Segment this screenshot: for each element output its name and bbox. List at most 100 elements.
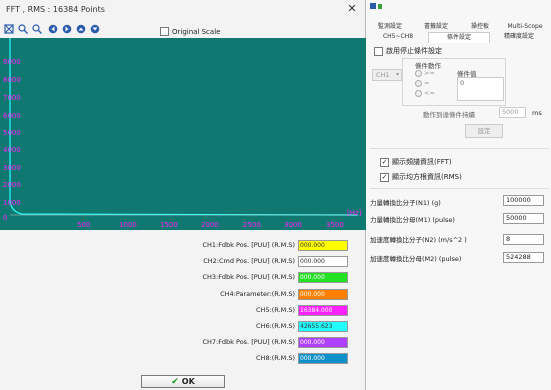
zoom-in-icon[interactable] <box>18 24 28 34</box>
channel-value: 000.000 <box>298 240 348 251</box>
channel-value: 16384.000 <box>298 305 348 316</box>
channel-row-8: CH8:(R.M.S) 000.000 <box>0 353 366 364</box>
radio-button[interactable] <box>415 89 422 97</box>
show-fft-checkbox[interactable]: ✓ <box>380 157 389 167</box>
fft-plot[interactable]: 9000 8000 7000 6000 5000 4000 3000 2000 … <box>0 38 366 230</box>
channel-label: CH2:Cmd Pos. [PUU] (R.M.S) <box>203 257 295 265</box>
y-tick-label: 4000 <box>3 146 21 154</box>
tab-bookmark-settings[interactable]: 書籤設定 <box>412 22 460 32</box>
tab-multi-scope[interactable]: Multi-Scope <box>500 22 550 32</box>
channel-value: 000.000 <box>298 353 348 364</box>
param-label: 力量轉換比分母(M1) (pulse) <box>370 216 455 224</box>
channel-label: CH7:Fdbk Pos. [PUU] (R.M.S) <box>202 338 295 346</box>
x-tick-label: 2500 <box>243 221 261 229</box>
radio-eq[interactable]: = <box>415 79 429 87</box>
y-tick-label: 7000 <box>3 94 21 102</box>
radio-gte-label: >= <box>424 69 435 77</box>
pan-left-icon[interactable] <box>48 24 58 34</box>
x-tick-label: 1500 <box>160 221 178 229</box>
enable-stop-condition-checkbox[interactable] <box>374 46 383 56</box>
channel-row-2: CH2:Cmd Pos. [PUU] (R.M.S) 000.000 <box>0 256 366 267</box>
ok-label: OK <box>181 377 195 386</box>
condition-value-input[interactable]: 0 <box>457 77 504 101</box>
radio-button[interactable] <box>415 69 422 77</box>
dialog-title: FFT , RMS : 16384 Points <box>6 5 105 14</box>
radio-lte[interactable]: <= <box>415 89 435 97</box>
x-unit-label: [Hz] <box>347 209 362 217</box>
chevron-down-icon: ▾ <box>395 71 399 78</box>
radio-button[interactable] <box>415 79 422 87</box>
channel-label: CH6:(R.M.S) <box>256 322 295 330</box>
condition-duration-label: 動作到達條件持續 <box>423 111 475 119</box>
enable-stop-condition[interactable]: 啟用停止條件設定 <box>374 46 442 56</box>
y-tick-label: 9000 <box>3 58 21 66</box>
channel-value: 000.000 <box>298 337 348 348</box>
channel-label: CH3:Fdbk Pos. [PUU] (R.M.S) <box>202 273 295 281</box>
pan-right-icon[interactable] <box>62 24 72 34</box>
param-input[interactable]: 50000 <box>503 213 544 224</box>
channel-label: CH4:Parameter:(R.M.S) <box>220 290 295 298</box>
tab-precision-settings[interactable]: 精確度設定 <box>488 32 550 42</box>
y-tick-label: 8000 <box>3 76 21 84</box>
divider <box>370 148 549 149</box>
radio-eq-label: = <box>424 79 430 87</box>
ok-button[interactable]: ✔ OK <box>141 375 225 388</box>
channel-value: 42655.623 <box>298 321 348 332</box>
param-label: 加速度轉換比分子(N2) (m/s^2 ) <box>370 236 467 244</box>
channel-row-4: CH4:Parameter:(R.M.S) 000.000 <box>0 289 366 300</box>
divider <box>370 188 549 189</box>
y-tick-label: 3000 <box>3 164 21 172</box>
app-icon <box>370 3 384 12</box>
zoom-fit-icon[interactable] <box>4 24 14 34</box>
tab-condition-settings[interactable]: 條件設定 <box>428 32 490 43</box>
y-tick-label: 0 <box>3 214 8 222</box>
fft-dialog: FFT , RMS : 16384 Points ✕ Original Scal… <box>0 0 366 390</box>
show-rms-checkbox[interactable]: ✓ <box>380 172 389 182</box>
x-tick-label: 500 <box>77 221 91 229</box>
tab-ch5-ch8[interactable]: CH5~CH8 <box>368 32 428 42</box>
original-scale-checkbox[interactable] <box>160 27 169 36</box>
channel-value: 000.000 <box>298 289 348 300</box>
channel-label: CH1:Fdbk Pos. [PUU] (R.M.S) <box>202 241 295 249</box>
show-rms-toggle[interactable]: ✓ 顯示均方根資訊(RMS) <box>380 172 462 182</box>
y-tick-label: 5000 <box>3 129 21 137</box>
show-rms-label: 顯示均方根資訊(RMS) <box>392 173 462 181</box>
param-input[interactable]: 8 <box>503 234 544 245</box>
pan-down-icon[interactable] <box>90 24 100 34</box>
pan-up-icon[interactable] <box>76 24 86 34</box>
duration-input[interactable]: 5000 <box>499 107 526 118</box>
radio-gte[interactable]: >= <box>415 69 435 77</box>
x-tick-label: 1000 <box>119 221 137 229</box>
checkmark-icon: ✔ <box>171 376 179 387</box>
channel-select[interactable]: CH1 ▾ <box>372 69 402 81</box>
param-label: 加速度轉換比分母(M2) (pulse) <box>370 255 462 263</box>
channel-row-1: CH1:Fdbk Pos. [PUU] (R.M.S) 000.000 <box>0 240 366 251</box>
fft-trace <box>9 38 359 216</box>
x-tick-label: 3500 <box>326 221 344 229</box>
channel-select-value: CH1 <box>376 71 390 79</box>
channel-label: CH5:(R.M.S) <box>256 306 295 314</box>
show-fft-toggle[interactable]: ✓ 顯示頻譜資訊(FFT) <box>380 157 452 167</box>
show-fft-label: 顯示頻譜資訊(FFT) <box>392 158 452 166</box>
original-scale-toggle[interactable]: Original Scale <box>160 27 220 36</box>
close-button[interactable]: ✕ <box>343 1 361 17</box>
scope-settings-panel: 監測設定 書籤設定 操控板 Multi-Scope CH5~CH8 條件設定 精… <box>366 0 551 390</box>
duration-unit: ms <box>532 109 542 117</box>
param-input[interactable]: 524288 <box>503 252 544 263</box>
channel-row-3: CH3:Fdbk Pos. [PUU] (R.M.S) 000.000 <box>0 272 366 283</box>
y-tick-label: 2000 <box>3 181 21 189</box>
tab-control-panel[interactable]: 操控板 <box>460 22 500 32</box>
zoom-out-icon[interactable] <box>32 24 42 34</box>
channel-value: 000.000 <box>298 256 348 267</box>
channel-row-5: CH5:(R.M.S) 16384.000 <box>0 305 366 316</box>
enable-stop-condition-label: 啟用停止條件設定 <box>386 47 442 55</box>
x-tick-label: 2000 <box>201 221 219 229</box>
y-tick-label: 6000 <box>3 112 21 120</box>
channel-row-7: CH7:Fdbk Pos. [PUU] (R.M.S) 000.000 <box>0 337 366 348</box>
channel-row-6: CH6:(R.M.S) 42655.623 <box>0 321 366 332</box>
tab-monitor-settings[interactable]: 監測設定 <box>368 22 412 32</box>
channel-label: CH8:(R.M.S) <box>256 354 295 362</box>
param-input[interactable]: 100000 <box>503 195 544 206</box>
x-tick-label: 3000 <box>284 221 302 229</box>
settings-button[interactable]: 設定 <box>465 124 503 138</box>
